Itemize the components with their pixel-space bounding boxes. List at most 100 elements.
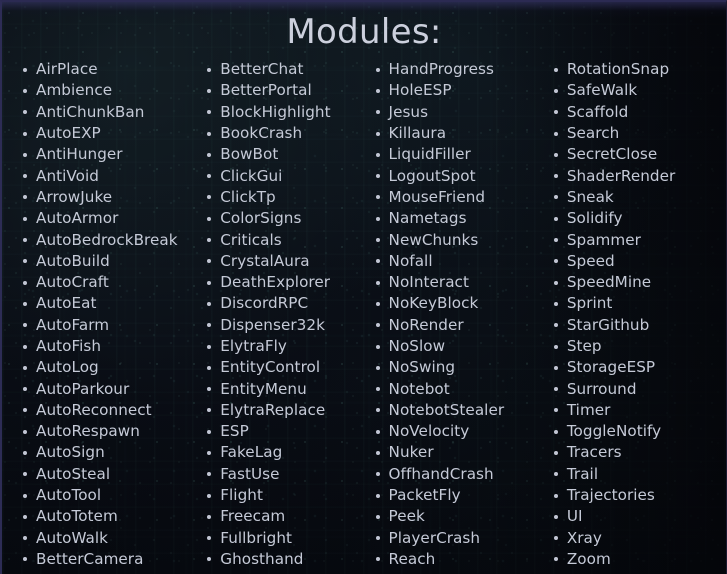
module-list-item[interactable]: EntityMenu <box>207 378 357 399</box>
module-list-item[interactable]: AutoRespawn <box>23 421 183 442</box>
module-list-item[interactable]: ClickGui <box>207 165 357 186</box>
module-name-label: AutoTool <box>36 486 102 505</box>
module-list-item[interactable]: Fullbright <box>207 528 357 549</box>
module-list-item[interactable]: Xray <box>553 528 726 549</box>
module-list-item[interactable]: Tracers <box>553 442 726 463</box>
module-list-item[interactable]: Trail <box>553 464 726 485</box>
module-list-item[interactable]: ElytraReplace <box>207 400 357 421</box>
module-list-item[interactable]: RotationSnap <box>553 59 726 80</box>
module-list-item[interactable]: AntiVoid <box>23 165 183 186</box>
module-list-item[interactable]: UI <box>553 506 726 527</box>
module-list-item[interactable]: Ghosthand <box>207 549 357 570</box>
module-list-item[interactable]: AutoSteal <box>23 464 183 485</box>
module-list-item[interactable]: Nofall <box>375 251 534 272</box>
module-list-item[interactable]: BowBot <box>207 144 357 165</box>
module-list-item[interactable]: OffhandCrash <box>375 464 534 485</box>
module-list-item[interactable]: HoleESP <box>375 80 534 101</box>
module-list-item[interactable]: AutoTool <box>23 485 183 506</box>
module-list-item[interactable]: AutoEat <box>23 293 183 314</box>
module-list-item[interactable]: Spammer <box>553 229 726 250</box>
module-list-item[interactable]: AutoEXP <box>23 123 183 144</box>
module-list-item[interactable]: AutoCraft <box>23 272 183 293</box>
module-list-item[interactable]: ElytraFly <box>207 336 357 357</box>
module-list-item[interactable]: AntiHunger <box>23 144 183 165</box>
module-list-item[interactable]: Step <box>553 336 726 357</box>
module-list-item[interactable]: Killaura <box>375 123 534 144</box>
module-list-item[interactable]: HandProgress <box>375 59 534 80</box>
module-list-item[interactable]: PlayerCrash <box>375 528 534 549</box>
module-list-item[interactable]: Scaffold <box>553 102 726 123</box>
module-list-item[interactable]: AutoFish <box>23 336 183 357</box>
module-list-item[interactable]: Freecam <box>207 506 357 527</box>
module-list-item[interactable]: Surround <box>553 378 726 399</box>
module-list-item[interactable]: AutoTotem <box>23 506 183 527</box>
module-list-item[interactable]: LogoutSpot <box>375 165 534 186</box>
module-list-item[interactable]: SecretClose <box>553 144 726 165</box>
module-list-item[interactable]: Search <box>553 123 726 144</box>
module-name-label: CrystalAura <box>220 251 310 270</box>
module-list-item[interactable]: PacketFly <box>375 485 534 506</box>
module-list-item[interactable]: BetterChat <box>207 59 357 80</box>
module-list-item[interactable]: ToggleNotify <box>553 421 726 442</box>
module-list-item[interactable]: AutoBedrockBreak <box>23 229 183 250</box>
module-list-item[interactable]: StarGithub <box>553 315 726 336</box>
module-list-item[interactable]: AutoFarm <box>23 315 183 336</box>
module-name-label: MouseFriend <box>388 187 486 206</box>
module-list-item[interactable]: Peek <box>375 506 534 527</box>
module-list-item[interactable]: AutoWalk <box>23 528 183 549</box>
module-list-item[interactable]: BetterPortal <box>207 80 357 101</box>
module-list-item[interactable]: AutoBuild <box>23 251 183 272</box>
module-list-item[interactable]: AutoLog <box>23 357 183 378</box>
module-list-item[interactable]: NotebotStealer <box>375 400 534 421</box>
module-list-item[interactable]: BlockHighlight <box>207 102 357 123</box>
module-list-item[interactable]: Speed <box>553 251 726 272</box>
module-list-item[interactable]: Sneak <box>553 187 726 208</box>
module-list-item[interactable]: NoRender <box>375 315 534 336</box>
module-list-item[interactable]: EntityControl <box>207 357 357 378</box>
module-list-item[interactable]: Solidify <box>553 208 726 229</box>
module-list-item[interactable]: AirPlace <box>23 59 183 80</box>
module-list-item[interactable]: FakeLag <box>207 442 357 463</box>
module-list-item[interactable]: Flight <box>207 485 357 506</box>
module-list-item[interactable]: StorageESP <box>553 357 726 378</box>
module-list-item[interactable]: Dispenser32k <box>207 315 357 336</box>
module-list-item[interactable]: NoSlow <box>375 336 534 357</box>
module-list-item[interactable]: Jesus <box>375 102 534 123</box>
module-list-item[interactable]: AutoSign <box>23 442 183 463</box>
module-list-item[interactable]: BookCrash <box>207 123 357 144</box>
module-list-item[interactable]: CrystalAura <box>207 251 357 272</box>
module-name-label: Trajectories <box>566 486 655 505</box>
module-list-item[interactable]: Trajectories <box>553 485 726 506</box>
module-list-item[interactable]: AutoReconnect <box>23 400 183 421</box>
module-list-item[interactable]: NoKeyBlock <box>375 293 534 314</box>
module-list-item[interactable]: FastUse <box>207 464 357 485</box>
module-list-item[interactable]: LiquidFiller <box>375 144 534 165</box>
module-list-item[interactable]: BetterCamera <box>23 549 183 570</box>
module-list-item[interactable]: Ambience <box>23 80 183 101</box>
module-list-item[interactable]: Notebot <box>375 378 534 399</box>
module-list-item[interactable]: Reach <box>375 549 534 570</box>
module-list-item[interactable]: NoSwing <box>375 357 534 378</box>
module-list-item[interactable]: ClickTp <box>207 187 357 208</box>
module-list-item[interactable]: Criticals <box>207 229 357 250</box>
module-list-item[interactable]: MouseFriend <box>375 187 534 208</box>
module-list-item[interactable]: ShaderRender <box>553 165 726 186</box>
module-list-item[interactable]: AutoParkour <box>23 378 183 399</box>
module-list-item[interactable]: ArrowJuke <box>23 187 183 208</box>
module-list-item[interactable]: SafeWalk <box>553 80 726 101</box>
module-list-item[interactable]: AutoArmor <box>23 208 183 229</box>
module-list-item[interactable]: ESP <box>207 421 357 442</box>
module-list-item[interactable]: Nuker <box>375 442 534 463</box>
module-list-item[interactable]: NewChunks <box>375 229 534 250</box>
module-list-item[interactable]: DiscordRPC <box>207 293 357 314</box>
module-list-item[interactable]: NoVelocity <box>375 421 534 442</box>
module-list-item[interactable]: SpeedMine <box>553 272 726 293</box>
module-list-item[interactable]: DeathExplorer <box>207 272 357 293</box>
module-list-item[interactable]: NoInteract <box>375 272 534 293</box>
module-list-item[interactable]: Nametags <box>375 208 534 229</box>
module-list-item[interactable]: Zoom <box>553 549 726 570</box>
module-list-item[interactable]: ColorSigns <box>207 208 357 229</box>
module-list-item[interactable]: AntiChunkBan <box>23 102 183 123</box>
module-list-item[interactable]: Timer <box>553 400 726 421</box>
module-list-item[interactable]: Sprint <box>553 293 726 314</box>
